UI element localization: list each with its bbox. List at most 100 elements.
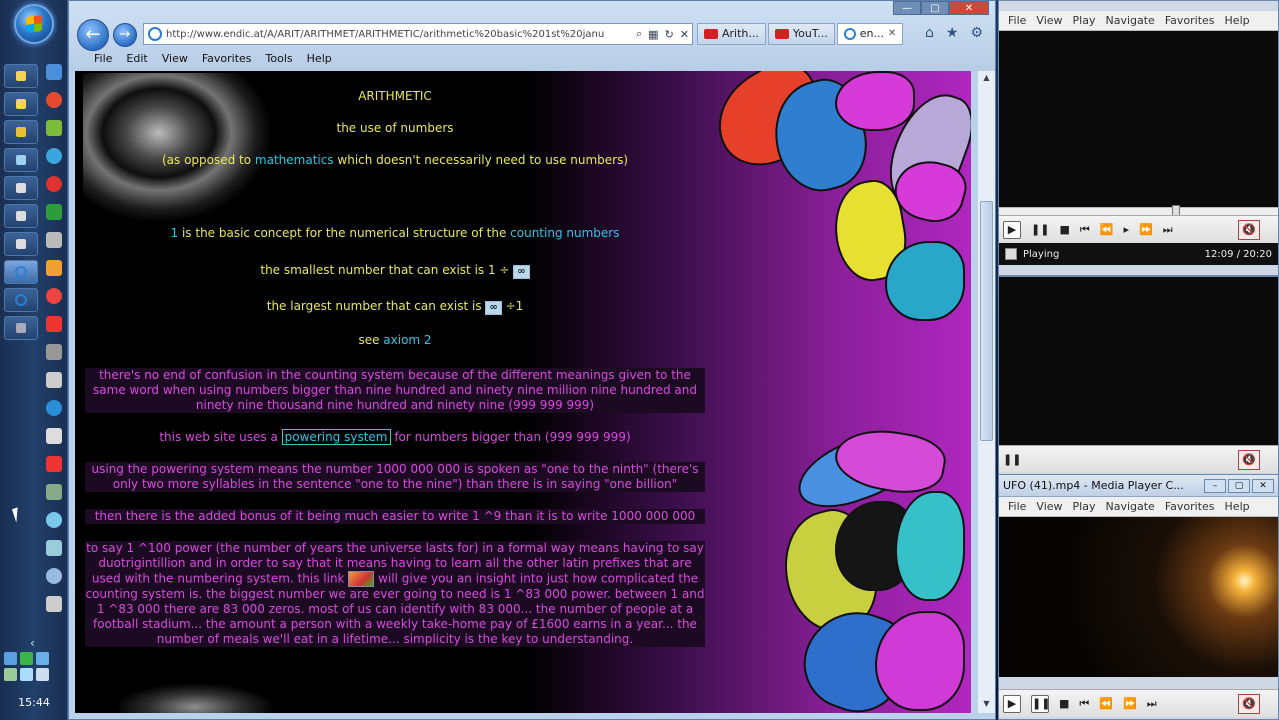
network-icon[interactable] (4, 652, 17, 665)
pause-button[interactable]: ❚❚ (1003, 453, 1021, 466)
next-icon[interactable]: ⏭ (1147, 697, 1157, 711)
game-icon[interactable] (46, 204, 62, 220)
taskbar-item-notepad[interactable] (4, 64, 38, 88)
taskbar-item-media-2[interactable] (4, 204, 38, 228)
maximize-button[interactable]: ▢ (921, 1, 949, 15)
pause-button[interactable]: ❚❚ (1031, 223, 1049, 236)
app-icon[interactable] (20, 652, 33, 665)
film-icon[interactable] (46, 428, 62, 444)
search-icon[interactable]: ⌕ (633, 27, 645, 41)
printer-icon[interactable] (46, 596, 62, 612)
chrome-icon[interactable] (46, 288, 62, 304)
rewind-icon[interactable]: ⏪ (1100, 223, 1114, 236)
camera-icon[interactable] (46, 344, 62, 360)
link-powering-system[interactable]: powering system (281, 429, 391, 445)
menu-help[interactable]: Help (1220, 11, 1255, 30)
rewind-icon[interactable]: ⏪ (1099, 697, 1113, 710)
firefox-icon[interactable] (46, 400, 62, 416)
link-counting-numbers[interactable]: counting numbers (510, 226, 619, 240)
menu-play[interactable]: Play (1068, 497, 1101, 516)
globe-icon[interactable] (46, 512, 62, 528)
tab-arith[interactable]: Arith... (697, 23, 766, 45)
play-button[interactable]: ▶ (1003, 220, 1021, 239)
app-icon[interactable] (46, 316, 62, 332)
menu-navigate[interactable]: Navigate (1100, 497, 1159, 516)
next-icon[interactable]: ⏭ (1163, 223, 1173, 237)
menu-view[interactable]: View (1031, 497, 1067, 516)
back-button[interactable]: ← (77, 19, 109, 51)
chart-icon[interactable] (46, 484, 62, 500)
tray-expand-icon[interactable]: ‹ (30, 636, 35, 650)
taskbar-item-media-3[interactable] (4, 232, 38, 256)
link-axiom-2[interactable]: axiom 2 (383, 333, 431, 347)
taskbar-item-ie-2[interactable] (4, 288, 38, 312)
scroll-thumb[interactable] (980, 201, 993, 441)
taskbar-item-media-1[interactable] (4, 176, 38, 200)
disk-icon[interactable] (46, 540, 62, 556)
star-icon[interactable]: ★ (946, 25, 959, 41)
stop-button[interactable]: ■ (1059, 697, 1069, 710)
taskbar-item-blank[interactable] (4, 316, 38, 340)
video-area[interactable] (999, 517, 1278, 677)
link-mathematics[interactable]: mathematics (255, 153, 334, 167)
link-image-thumbnail[interactable] (348, 571, 375, 587)
pause-button[interactable]: ❚❚ (1031, 694, 1050, 713)
app-icon[interactable] (46, 456, 62, 472)
menu-favorites[interactable]: Favorites (1160, 11, 1220, 30)
stop-button[interactable]: ■ (1059, 223, 1069, 236)
stop-icon[interactable]: ✕ (677, 28, 692, 41)
frame-icon[interactable]: ▸ (1123, 223, 1129, 236)
menu-help[interactable]: Help (1220, 497, 1255, 516)
close-button[interactable]: ✕ (949, 1, 989, 15)
taskbar-item-notepad-2[interactable] (4, 92, 38, 116)
menu-play[interactable]: Play (1068, 11, 1101, 30)
app-icon[interactable] (46, 120, 62, 136)
scrollbar[interactable]: ▲ ▼ (977, 71, 995, 713)
forward-button[interactable]: → (113, 23, 137, 47)
globe-icon[interactable] (46, 148, 62, 164)
menu-tools[interactable]: Tools (259, 49, 300, 69)
mute-button[interactable]: 🔇 (1238, 693, 1260, 714)
menu-file[interactable]: File (1003, 11, 1031, 30)
compat-icon[interactable]: ▦ (645, 28, 661, 41)
seek-bar[interactable] (999, 205, 1278, 218)
taskbar-item-ie-1[interactable] (4, 260, 38, 284)
film-icon[interactable] (46, 372, 62, 388)
menu-file[interactable]: File (87, 49, 119, 69)
menu-favorites[interactable]: Favorites (1160, 497, 1220, 516)
battery-icon[interactable] (4, 668, 17, 681)
scroll-up-icon[interactable]: ▲ (980, 73, 993, 85)
prev-icon[interactable]: ⏮ (1080, 223, 1090, 237)
prev-icon[interactable]: ⏮ (1079, 697, 1089, 711)
clock[interactable]: 15:44 (6, 696, 62, 709)
menu-file[interactable]: File (1003, 497, 1031, 516)
mute-button[interactable]: 🔇 (1238, 449, 1260, 470)
menu-navigate[interactable]: Navigate (1100, 11, 1159, 30)
video-area[interactable] (999, 277, 1278, 445)
mute-button[interactable]: 🔇 (1238, 219, 1260, 240)
menu-view[interactable]: View (1031, 11, 1067, 30)
forward-icon[interactable]: ⏩ (1123, 697, 1137, 710)
forward-icon[interactable]: ⏩ (1139, 223, 1153, 236)
chrome-icon[interactable] (46, 92, 62, 108)
star-icon[interactable] (46, 260, 62, 276)
video-area[interactable] (999, 31, 1278, 207)
menu-favorites[interactable]: Favorites (195, 49, 259, 69)
minimize-button[interactable]: – (1204, 478, 1226, 493)
volume-icon[interactable] (36, 668, 49, 681)
menu-help[interactable]: Help (300, 49, 339, 69)
taskbar-item-notepad-3[interactable] (4, 120, 38, 144)
document-icon[interactable] (46, 232, 62, 248)
menu-view[interactable]: View (155, 49, 195, 69)
gear-icon[interactable]: ⚙ (970, 25, 983, 41)
scroll-down-icon[interactable]: ▼ (980, 699, 993, 711)
display-icon[interactable] (36, 652, 49, 665)
flag-icon[interactable] (20, 668, 33, 681)
menu-edit[interactable]: Edit (119, 49, 154, 69)
opera-icon[interactable] (46, 176, 62, 192)
tab-youtube[interactable]: YouT... (767, 23, 835, 45)
tab-endic[interactable]: en... ✕ (836, 23, 904, 45)
close-button[interactable]: ✕ (1252, 478, 1274, 493)
maximize-button[interactable]: ▢ (1228, 478, 1250, 493)
play-button[interactable]: ▶ (1003, 694, 1021, 713)
